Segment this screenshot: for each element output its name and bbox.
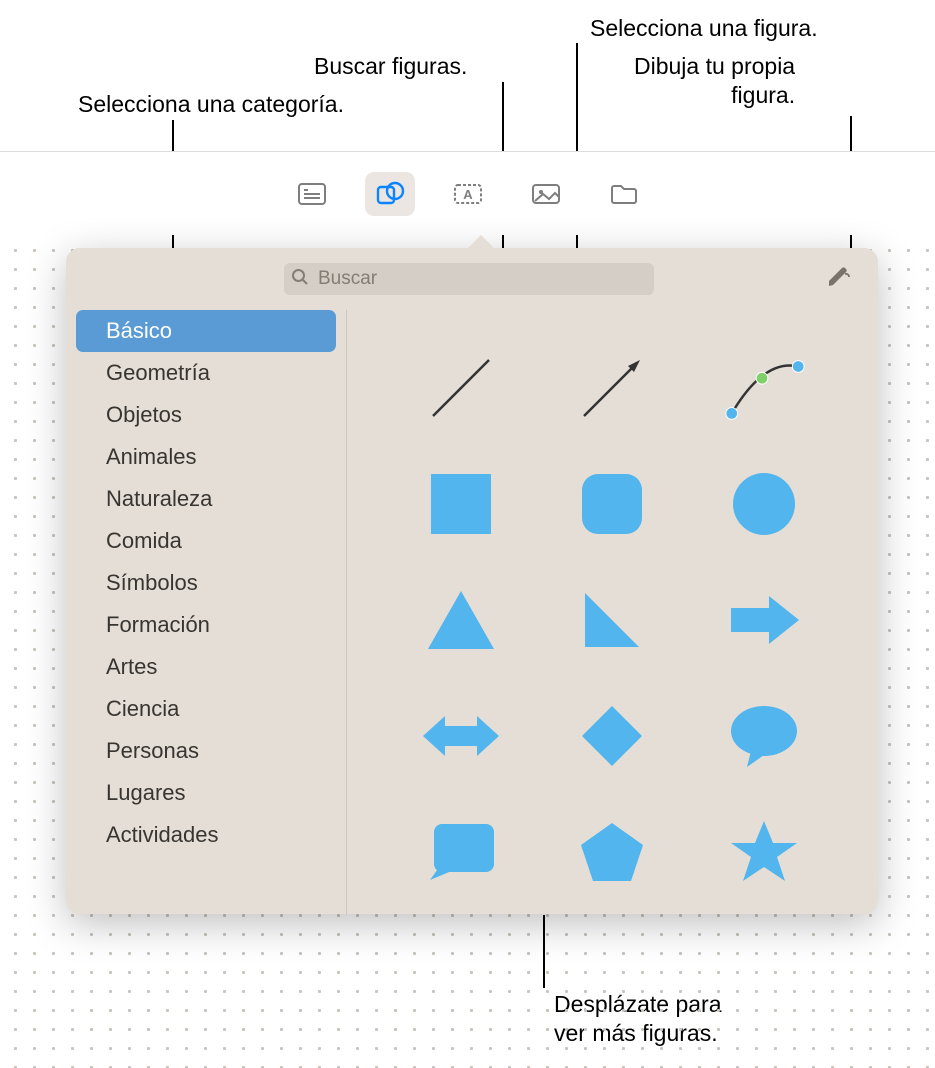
sidebar-item-personas[interactable]: Personas bbox=[76, 730, 336, 772]
shape-speech-bubble[interactable] bbox=[720, 692, 808, 780]
sidebar-item-lugares[interactable]: Lugares bbox=[76, 772, 336, 814]
sidebar-item-label: Naturaleza bbox=[106, 486, 212, 512]
toolbar: A bbox=[0, 151, 935, 235]
shape-star[interactable] bbox=[720, 808, 808, 896]
sidebar-item-label: Básico bbox=[106, 318, 172, 344]
sidebar-item-objetos[interactable]: Objetos bbox=[76, 394, 336, 436]
svg-text:A: A bbox=[463, 187, 473, 202]
shape-right-triangle[interactable] bbox=[568, 576, 656, 664]
toolbar-folder-icon[interactable] bbox=[599, 172, 649, 216]
sidebar-item-label: Personas bbox=[106, 738, 199, 764]
shape-arrow-left-right[interactable] bbox=[417, 692, 505, 780]
shape-diamond[interactable] bbox=[568, 692, 656, 780]
sidebar-item-geometria[interactable]: Geometría bbox=[76, 352, 336, 394]
shape-rounded-square[interactable] bbox=[568, 460, 656, 548]
sidebar-item-ciencia[interactable]: Ciencia bbox=[76, 688, 336, 730]
toolbar-shapes-icon[interactable] bbox=[365, 172, 415, 216]
toolbar-image-icon[interactable] bbox=[521, 172, 571, 216]
popover-body: Básico Geometría Objetos Animales Natura… bbox=[66, 310, 878, 914]
callout-search-shapes: Buscar figuras. bbox=[314, 52, 467, 81]
sidebar-item-label: Objetos bbox=[106, 402, 182, 428]
shape-arrow-line[interactable] bbox=[568, 344, 656, 432]
search-row bbox=[66, 248, 878, 310]
sidebar-item-label: Artes bbox=[106, 654, 157, 680]
sidebar-item-naturaleza[interactable]: Naturaleza bbox=[76, 478, 336, 520]
callout-select-shape: Selecciona una figura. bbox=[590, 14, 818, 43]
sidebar-item-label: Símbolos bbox=[106, 570, 198, 596]
category-sidebar: Básico Geometría Objetos Animales Natura… bbox=[66, 310, 346, 914]
shape-triangle[interactable] bbox=[417, 576, 505, 664]
search-input[interactable] bbox=[284, 263, 654, 295]
sidebar-item-comida[interactable]: Comida bbox=[76, 520, 336, 562]
search-icon bbox=[291, 268, 309, 291]
toolbar-text-icon[interactable]: A bbox=[443, 172, 493, 216]
shape-pentagon[interactable] bbox=[568, 808, 656, 896]
sidebar-item-formacion[interactable]: Formación bbox=[76, 604, 336, 646]
shape-bezier[interactable] bbox=[720, 344, 808, 432]
shape-arrow-right[interactable] bbox=[720, 576, 808, 664]
sidebar-item-simbolos[interactable]: Símbolos bbox=[76, 562, 336, 604]
sidebar-item-animales[interactable]: Animales bbox=[76, 436, 336, 478]
shape-square[interactable] bbox=[417, 460, 505, 548]
sidebar-item-basico[interactable]: Básico bbox=[76, 310, 336, 352]
shapes-grid bbox=[347, 310, 878, 914]
sidebar-item-artes[interactable]: Artes bbox=[76, 646, 336, 688]
draw-pen-button[interactable] bbox=[824, 263, 852, 296]
toolbar-list-icon[interactable] bbox=[287, 172, 337, 216]
sidebar-item-label: Geometría bbox=[106, 360, 210, 386]
callout-draw-own: Dibuja tu propia figura. bbox=[634, 52, 795, 110]
shapes-popover: Básico Geometría Objetos Animales Natura… bbox=[66, 248, 878, 914]
callout-select-category: Selecciona una categoría. bbox=[78, 90, 344, 119]
sidebar-item-label: Actividades bbox=[106, 822, 219, 848]
sidebar-item-label: Comida bbox=[106, 528, 182, 554]
shape-circle[interactable] bbox=[720, 460, 808, 548]
sidebar-item-label: Formación bbox=[106, 612, 210, 638]
sidebar-item-label: Lugares bbox=[106, 780, 186, 806]
sidebar-item-label: Animales bbox=[106, 444, 196, 470]
shape-callout-rect[interactable] bbox=[417, 808, 505, 896]
shape-line[interactable] bbox=[417, 344, 505, 432]
sidebar-item-actividades[interactable]: Actividades bbox=[76, 814, 336, 856]
sidebar-item-label: Ciencia bbox=[106, 696, 179, 722]
